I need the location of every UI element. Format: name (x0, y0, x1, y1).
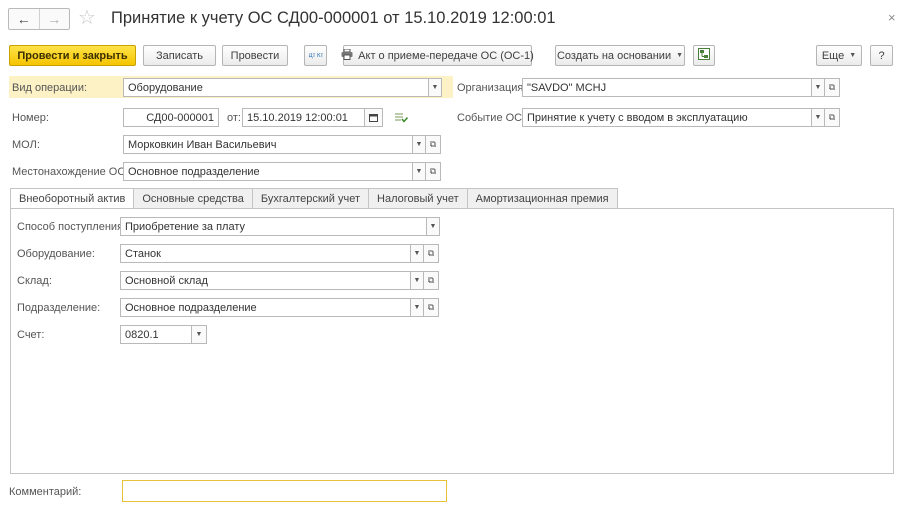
location-label: Местонахождение ОС: (12, 166, 129, 178)
post-button[interactable]: Провести (222, 45, 288, 66)
mol-chevron-down-icon[interactable]: ▼ (413, 135, 426, 154)
warehouse-open-icon[interactable]: ⧉ (424, 271, 439, 290)
chevron-down-icon: ▼ (849, 52, 857, 59)
organization-label: Организация: (457, 82, 527, 94)
mol-field[interactable]: Морковкин Иван Васильевич (123, 135, 413, 154)
dt-kt-icon: Дт Кт (308, 52, 323, 59)
account-field[interactable]: 0820.1 (120, 325, 192, 344)
tab-fixed-assets[interactable]: Основные средства (134, 188, 253, 209)
receipt-method-field[interactable]: Приобретение за плату (120, 217, 427, 236)
organization-open-icon[interactable]: ⧉ (825, 78, 840, 97)
mol-open-icon[interactable]: ⧉ (426, 135, 441, 154)
comment-label: Комментарий: (9, 486, 82, 498)
comment-field[interactable] (122, 480, 447, 502)
print-act-label: Акт о приеме-передаче ОС (ОС-1) (358, 49, 534, 62)
document-status-icon (394, 112, 409, 126)
save-button[interactable]: Записать (143, 45, 216, 66)
division-chevron-down-icon[interactable]: ▼ (411, 298, 424, 317)
location-chevron-down-icon[interactable]: ▼ (413, 162, 426, 181)
receipt-method-label: Способ поступления: (17, 221, 127, 233)
calendar-icon[interactable] (365, 108, 383, 127)
equipment-open-icon[interactable]: ⧉ (424, 244, 439, 263)
division-label: Подразделение: (17, 302, 101, 314)
navigation-buttons: ← → (8, 8, 70, 30)
close-icon[interactable]: × (888, 10, 896, 25)
account-label: Счет: (17, 329, 45, 341)
operation-label: Вид операции: (12, 82, 88, 94)
event-field[interactable]: Принятие к учету с вводом в эксплуатацию (522, 108, 812, 127)
more-button[interactable]: Еще ▼ (816, 45, 862, 66)
division-open-icon[interactable]: ⧉ (424, 298, 439, 317)
dt-kt-button[interactable]: Дт Кт (304, 45, 327, 66)
location-field[interactable]: Основное подразделение (123, 162, 413, 181)
mol-label: МОЛ: (12, 139, 40, 151)
date-field[interactable]: 15.10.2019 12:00:01 (242, 108, 365, 127)
chevron-down-icon: ▼ (676, 52, 684, 59)
tab-accounting[interactable]: Бухгалтерский учет (252, 188, 370, 209)
event-chevron-down-icon[interactable]: ▼ (812, 108, 825, 127)
help-button[interactable]: ? (870, 45, 893, 66)
tab-tax-accounting[interactable]: Налоговый учет (369, 188, 468, 209)
warehouse-label: Склад: (17, 275, 52, 287)
tab-bar: Внеоборотный актив Основные средства Бух… (10, 188, 618, 209)
create-based-on-label: Создать на основании (556, 49, 672, 62)
event-label: Событие ОС: (457, 112, 526, 124)
back-arrow-icon[interactable]: ← (9, 9, 39, 29)
printer-icon (341, 48, 353, 63)
forward-arrow-icon[interactable]: → (38, 9, 70, 29)
organization-chevron-down-icon[interactable]: ▼ (812, 78, 825, 97)
create-based-on-button[interactable]: Создать на основании ▼ (555, 45, 685, 66)
number-label: Номер: (12, 112, 49, 124)
print-act-button[interactable]: Акт о приеме-передаче ОС (ОС-1) (341, 45, 534, 66)
equipment-chevron-down-icon[interactable]: ▼ (411, 244, 424, 263)
operation-chevron-down-icon[interactable]: ▼ (429, 78, 442, 97)
warehouse-field[interactable]: Основной склад (120, 271, 411, 290)
equipment-label: Оборудование: (17, 248, 95, 260)
equipment-field[interactable]: Станок (120, 244, 411, 263)
operation-field[interactable]: Оборудование (123, 78, 429, 97)
tab-depreciation-bonus[interactable]: Амортизационная премия (467, 188, 618, 209)
post-and-close-button[interactable]: Провести и закрыть (9, 45, 136, 66)
organization-field[interactable]: "SAVDO" MCHJ (522, 78, 812, 97)
event-open-icon[interactable]: ⧉ (825, 108, 840, 127)
report-structure-button[interactable] (693, 45, 715, 66)
number-field[interactable]: СД00-000001 (123, 108, 219, 127)
favorite-star-icon[interactable]: ☆ (78, 7, 96, 29)
tab-noncurrent-asset[interactable]: Внеоборотный актив (10, 188, 135, 209)
date-from-label: от: (227, 112, 241, 124)
structure-icon (698, 48, 710, 63)
warehouse-chevron-down-icon[interactable]: ▼ (411, 271, 424, 290)
window-title: Принятие к учету ОС СД00-000001 от 15.10… (111, 9, 556, 27)
account-chevron-down-icon[interactable]: ▼ (192, 325, 207, 344)
more-label: Еще (821, 49, 845, 62)
location-open-icon[interactable]: ⧉ (426, 162, 441, 181)
division-field[interactable]: Основное подразделение (120, 298, 411, 317)
receipt-method-chevron-down-icon[interactable]: ▼ (427, 217, 440, 236)
